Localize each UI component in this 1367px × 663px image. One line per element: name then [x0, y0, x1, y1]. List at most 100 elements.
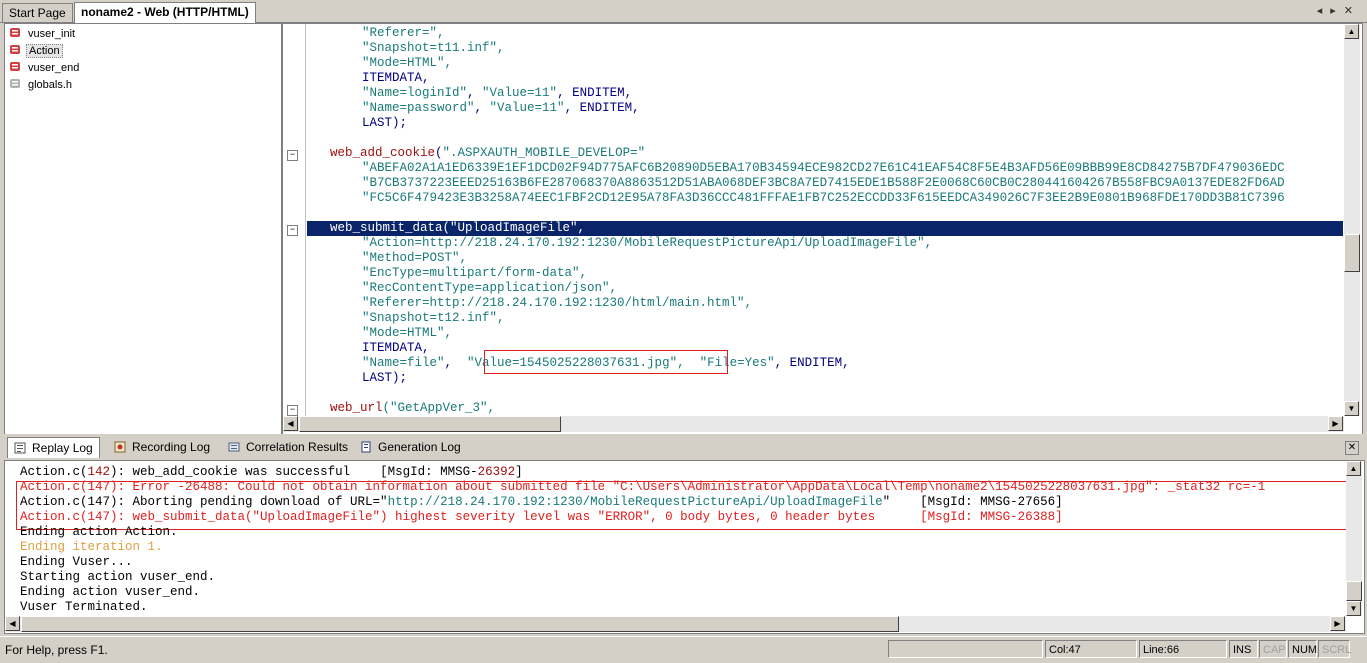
tab-close-icon[interactable]: ✕	[1344, 5, 1361, 17]
tree-item-vuser-end[interactable]: vuser_end	[9, 60, 81, 76]
tab-label: Replay Log	[32, 441, 93, 455]
scroll-down-icon[interactable]: ▼	[1344, 401, 1359, 416]
code-keyword: LAST);	[362, 116, 408, 130]
status-line: Line:66	[1139, 640, 1227, 658]
tree-item-vuser-init[interactable]: vuser_init	[9, 26, 77, 42]
code-string: "Method=POST",	[362, 251, 468, 265]
scroll-thumb[interactable]	[1344, 234, 1360, 272]
code-string: ("GetAppVer_3",	[382, 401, 496, 415]
tree-item-action[interactable]: Action	[9, 43, 63, 59]
code-line: "FC5C6F479423E3B3258A74EEC1FBF2CD12E95A7…	[362, 191, 1285, 206]
code-line: "B7CB3737223EEED25163B6FE287068370A88635…	[362, 176, 1285, 191]
code-line: LAST);	[362, 371, 407, 386]
value-annotation-box	[484, 350, 728, 374]
recording-log-icon	[114, 441, 126, 453]
scroll-down-icon[interactable]: ▼	[1346, 601, 1361, 616]
tab-label: Correlation Results	[246, 440, 349, 454]
code-keyword: LAST);	[362, 371, 408, 385]
code-line-selected: web_submit_data("UploadImageFile",	[307, 221, 1343, 236]
scroll-thumb[interactable]	[21, 616, 899, 632]
log-line: Ending Vuser...	[20, 555, 133, 569]
code-line: LAST);	[362, 116, 407, 131]
code-string: "Mode=HTML",	[362, 326, 453, 340]
editor-horizontal-scrollbar[interactable]: ◀ ▶	[283, 416, 1344, 432]
code-function: web_submit_data	[330, 221, 443, 235]
code-line: "Snapshot=t11.inf",	[362, 41, 505, 56]
code-string: "Name=loginId"	[362, 86, 468, 100]
tab-scroll-right-icon[interactable]: ▸	[1330, 5, 1344, 17]
tab-correlation-results[interactable]: Correlation Results	[222, 437, 354, 457]
tab-recording-log[interactable]: Recording Log	[108, 437, 216, 457]
code-string: "Snapshot=t12.inf",	[362, 311, 505, 325]
status-num: NUM	[1288, 640, 1317, 658]
action-file-icon	[10, 62, 20, 71]
error-annotation-box	[16, 481, 1357, 530]
fold-collapse-icon[interactable]: −	[287, 150, 298, 161]
code-line: ITEMDATA,	[362, 341, 430, 356]
tree-item-label: vuser_end	[28, 62, 80, 74]
code-area[interactable]: "Referer=", "Snapshot=t11.inf", "Mode=HT…	[307, 24, 1343, 416]
log-line: Starting action vuser_end.	[20, 570, 216, 584]
scroll-right-icon[interactable]: ▶	[1330, 616, 1345, 631]
code-string: "Value=11"	[489, 101, 565, 115]
code-line: "Referer=http://218.24.170.192:1230/html…	[362, 296, 752, 311]
status-ins: INS	[1229, 640, 1258, 658]
output-tab-bar: Replay Log Recording Log Correlation Res…	[4, 434, 1363, 460]
log-line: Vuser Terminated.	[20, 600, 148, 614]
code-string: "Mode=HTML",	[362, 56, 453, 70]
code-line: web_url("GetAppVer_3",	[330, 401, 495, 416]
code-keyword: ENDITEM,	[579, 101, 640, 115]
fold-gutter: − − −	[283, 24, 306, 416]
scroll-up-icon[interactable]: ▲	[1346, 461, 1361, 476]
code-function: web_add_cookie	[330, 146, 436, 160]
code-string: "Name=file"	[362, 356, 445, 370]
action-file-icon	[10, 28, 20, 37]
code-line: "Method=POST",	[362, 251, 467, 266]
status-bar: For Help, press F1. Col:47 Line:66 INS C…	[0, 636, 1367, 663]
code-string: "FC5C6F479423E3B3258A74EEC1FBF2CD12E95A7…	[362, 191, 1285, 205]
code-line: "Referer=",	[362, 26, 445, 41]
code-string: "Referer=http://218.24.170.192:1230/html…	[362, 296, 753, 310]
log-vertical-scrollbar[interactable]: ▲ ▼	[1346, 461, 1362, 616]
tab-generation-log[interactable]: Generation Log	[354, 437, 467, 457]
script-tree-panel: vuser_init Action vuser_end globals.h	[4, 23, 282, 435]
code-line: "Snapshot=t12.inf",	[362, 311, 505, 326]
code-string: "RecContentType=application/json",	[362, 281, 618, 295]
code-line: "Mode=HTML",	[362, 56, 452, 71]
replay-log-icon	[14, 442, 26, 454]
scroll-left-icon[interactable]: ◀	[5, 616, 20, 631]
code-line: "ABEFA02A1A1ED6339E1EF1DCD02F94D775AFC6B…	[362, 161, 1285, 176]
fold-collapse-icon[interactable]: −	[287, 225, 298, 236]
tree-item-label: Action	[26, 44, 63, 58]
code-string: ".ASPXAUTH_MOBILE_DEVELOP="	[442, 146, 646, 160]
log-horizontal-scrollbar[interactable]: ◀ ▶	[5, 616, 1346, 632]
editor-vertical-scrollbar[interactable]: ▲ ▼	[1344, 24, 1360, 416]
scroll-up-icon[interactable]: ▲	[1344, 24, 1359, 39]
code-keyword: ITEMDATA,	[362, 71, 430, 85]
close-output-pane-icon[interactable]: ✕	[1345, 441, 1359, 455]
code-editor[interactable]: − − − "Referer=", "Snapshot=t11.inf", "M…	[282, 23, 1363, 435]
fold-collapse-icon[interactable]: −	[287, 405, 298, 416]
code-line: "Name=password", "Value=11", ENDITEM,	[362, 101, 640, 115]
tab-scroll-left-icon[interactable]: ◂	[1317, 5, 1331, 17]
tab-start-page[interactable]: Start Page	[2, 3, 73, 22]
tree-item-label: globals.h	[28, 79, 73, 91]
code-line: "RecContentType=application/json",	[362, 281, 617, 296]
tree-item-globals-h[interactable]: globals.h	[9, 77, 74, 93]
scroll-thumb[interactable]	[299, 416, 561, 432]
scroll-thumb[interactable]	[1346, 581, 1362, 601]
status-cap: CAP	[1259, 640, 1287, 658]
scroll-left-icon[interactable]: ◀	[283, 416, 298, 431]
code-line: "EncType=multipart/form-data",	[362, 266, 587, 281]
tab-label: Recording Log	[132, 440, 211, 454]
code-function: web_url	[330, 401, 383, 415]
log-line: Ending action Action.	[20, 525, 178, 539]
code-string: "B7CB3737223EEED25163B6FE287068370A88635…	[362, 176, 1285, 190]
tab-replay-log[interactable]: Replay Log	[7, 437, 100, 458]
scroll-right-icon[interactable]: ▶	[1328, 416, 1343, 431]
tab-navigation-controls: ◂▸✕	[1317, 4, 1361, 17]
generation-log-icon	[361, 441, 371, 453]
replay-log-output[interactable]: Action.c(142): web_add_cookie was succes…	[4, 460, 1365, 634]
code-line: ITEMDATA,	[362, 71, 430, 86]
tab-noname2-script[interactable]: noname2 - Web (HTTP/HTML)	[74, 2, 256, 23]
